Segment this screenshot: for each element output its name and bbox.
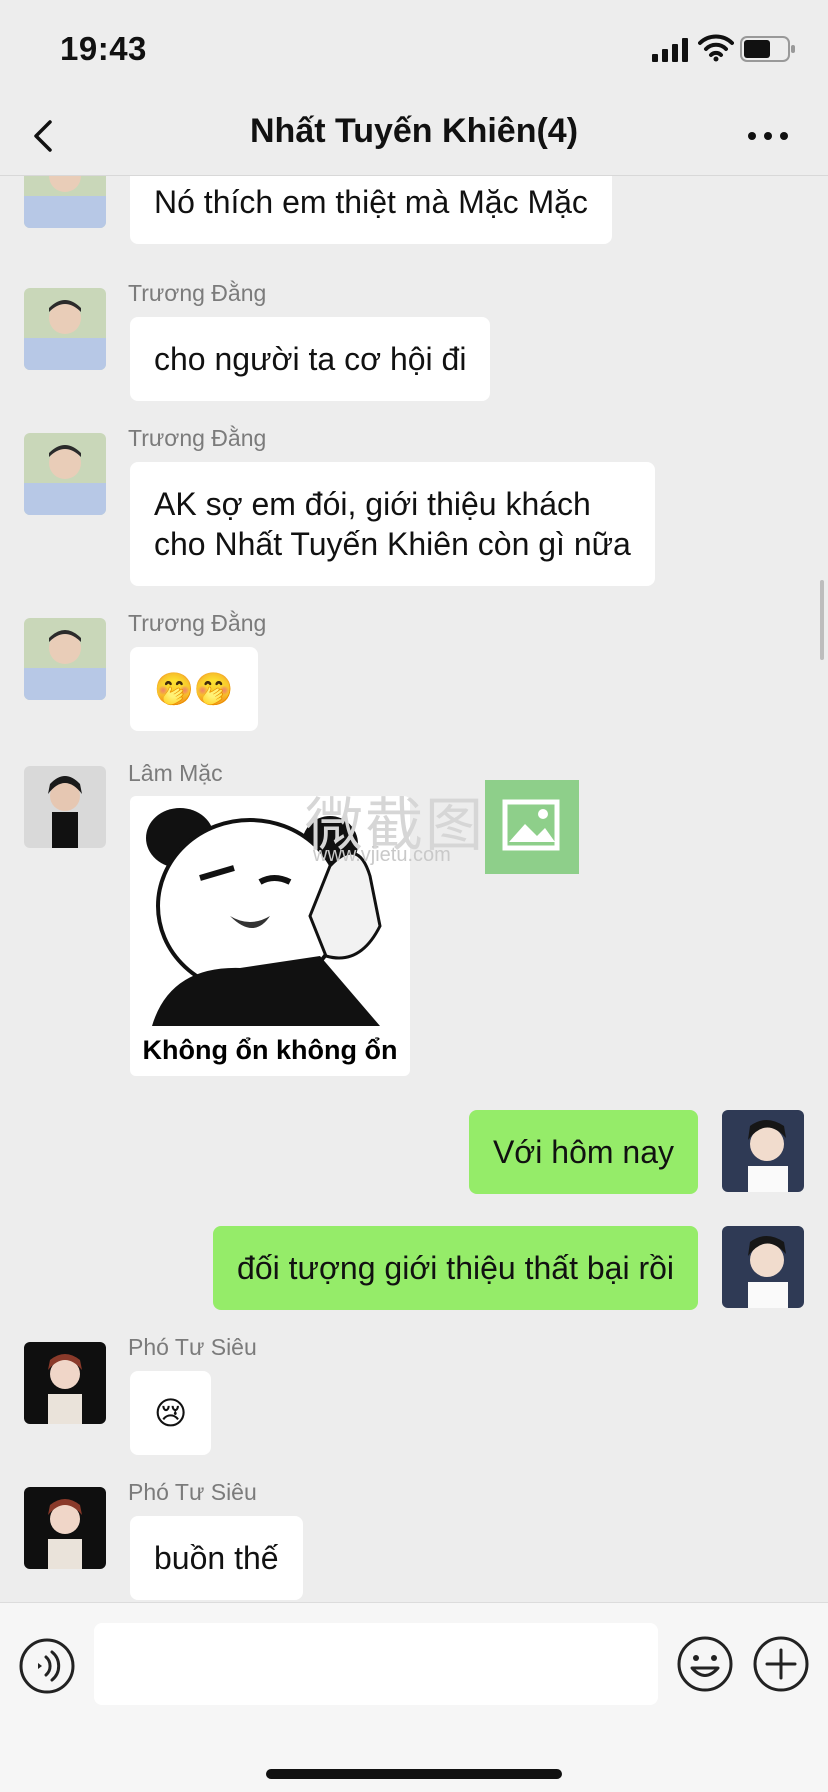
sticker-caption: Không ổn không ổn bbox=[142, 1035, 398, 1065]
message-input[interactable] bbox=[94, 1623, 658, 1705]
scrollbar[interactable] bbox=[820, 580, 824, 660]
message-list[interactable]: Nó thích em thiệt mà Mặc Mặc Trương Đằng… bbox=[0, 176, 828, 1602]
message-line: cho Nhất Tuyến Khiên còn gì nữa bbox=[154, 526, 631, 562]
status-bar: 19:43 bbox=[0, 0, 828, 96]
chat-header: Nhất Tuyến Khiên(4) bbox=[0, 96, 828, 176]
my-avatar[interactable] bbox=[722, 1226, 804, 1308]
avatar[interactable] bbox=[24, 176, 106, 228]
message-bubble[interactable]: AK sợ em đói, giới thiệu khách cho Nhất … bbox=[130, 462, 655, 586]
message-bubble[interactable]: 😢 bbox=[130, 1371, 212, 1455]
my-avatar[interactable] bbox=[722, 1110, 804, 1192]
avatar[interactable] bbox=[24, 1487, 106, 1569]
sender-name: Trương Đằng bbox=[128, 425, 267, 451]
avatar[interactable] bbox=[24, 618, 106, 700]
emoji-icon[interactable] bbox=[676, 1635, 734, 1693]
sender-name: Phó Tư Siêu bbox=[128, 1334, 257, 1360]
wifi-icon bbox=[698, 34, 734, 62]
watermark-url: www.vjietu.com bbox=[313, 844, 451, 866]
sender-name: Lâm Mặc bbox=[128, 760, 223, 786]
input-bar bbox=[0, 1602, 828, 1792]
avatar[interactable] bbox=[24, 766, 106, 848]
message-bubble[interactable]: buồn thế bbox=[130, 1516, 303, 1600]
avatar[interactable] bbox=[24, 288, 106, 370]
battery-icon bbox=[740, 36, 795, 62]
status-time: 19:43 bbox=[60, 30, 147, 67]
plus-icon[interactable] bbox=[752, 1635, 810, 1693]
message-bubble-mine[interactable]: Với hôm nay bbox=[468, 1110, 698, 1194]
sender-name: Trương Đằng bbox=[128, 610, 267, 636]
message-bubble-mine[interactable]: đối tượng giới thiệu thất bại rồi bbox=[213, 1226, 698, 1310]
voice-icon[interactable] bbox=[18, 1637, 76, 1695]
avatar[interactable] bbox=[24, 433, 106, 515]
watermark-logo bbox=[485, 780, 579, 874]
sender-name: Phó Tư Siêu bbox=[128, 1479, 257, 1505]
watermark: 微截图 www.vjietu.com bbox=[305, 778, 585, 874]
more-icon[interactable] bbox=[746, 122, 790, 150]
image-icon bbox=[502, 799, 560, 851]
signal-icon bbox=[652, 38, 688, 62]
message-line: AK sợ em đói, giới thiệu khách bbox=[154, 486, 591, 522]
message-bubble[interactable]: cho người ta cơ hội đi bbox=[130, 317, 491, 401]
sender-name: Trương Đằng bbox=[128, 280, 267, 306]
chat-title: Nhất Tuyến Khiên(4) bbox=[249, 112, 579, 150]
avatar[interactable] bbox=[24, 1342, 106, 1424]
home-indicator[interactable] bbox=[266, 1769, 562, 1779]
message-bubble[interactable]: Nó thích em thiệt mà Mặc Mặc bbox=[130, 176, 612, 244]
message-bubble[interactable]: 🤭🤭 bbox=[130, 647, 258, 731]
